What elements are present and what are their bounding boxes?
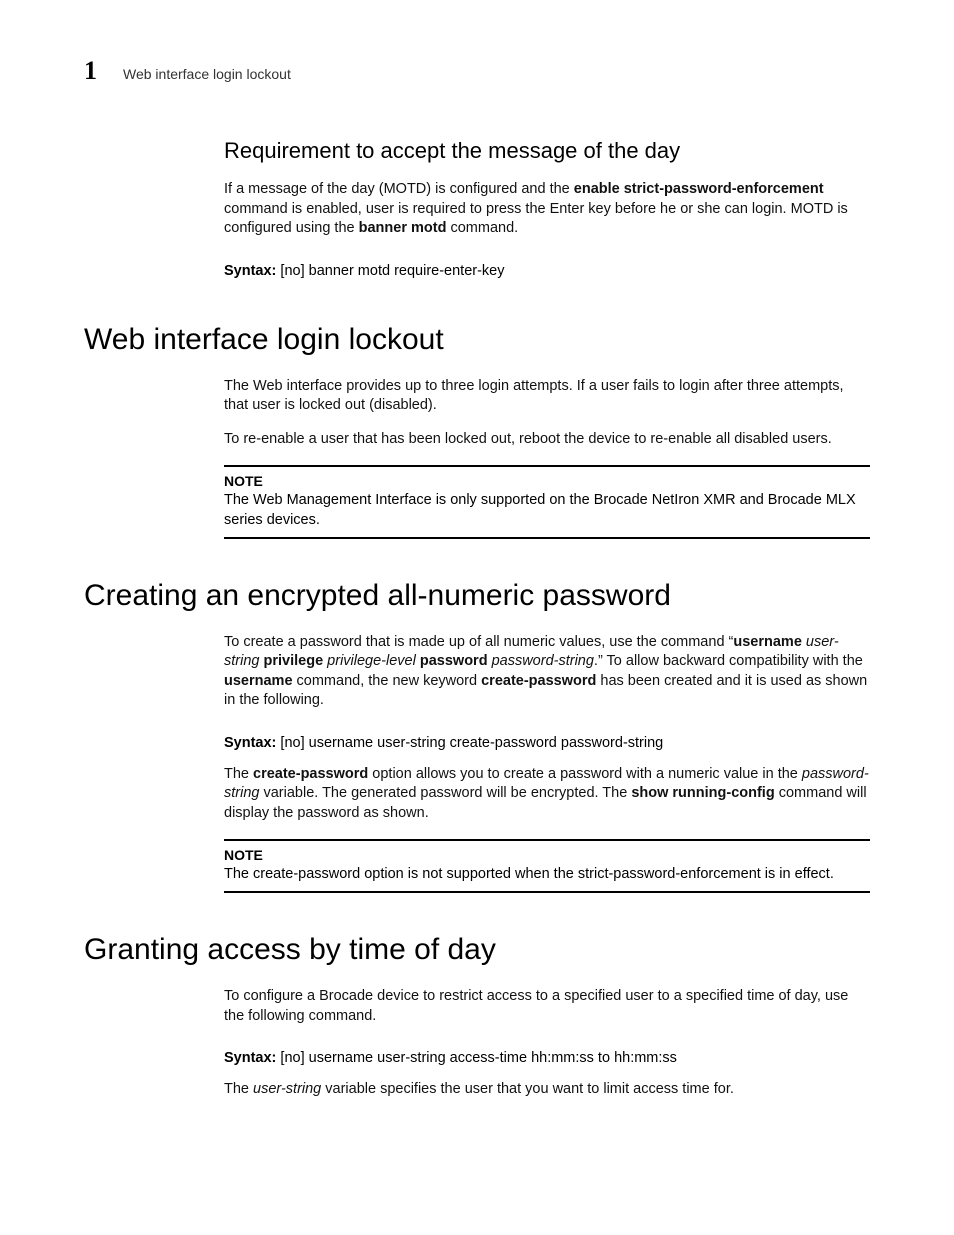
paragraph: To configure a Brocade device to restric… (224, 987, 870, 1026)
command-text: username (733, 634, 802, 650)
section-lockout-body: The Web interface provides up to three l… (224, 377, 870, 539)
heading-timeofday: Granting access by time of day (84, 933, 870, 967)
text: To create a password that is made up of … (224, 634, 733, 650)
paragraph: The create-password option allows you to… (224, 765, 870, 824)
chapter-number: 1 (84, 58, 97, 84)
syntax-line: Syntax: [no] banner motd require-enter-k… (224, 263, 870, 279)
note-text: The Web Management Interface is only sup… (224, 492, 856, 528)
command-text: to (594, 1050, 614, 1066)
paragraph: If a message of the day (MOTD) is config… (224, 180, 870, 239)
command-text: enable strict-password-enforcement (574, 181, 824, 197)
command-text: create-password (446, 735, 561, 751)
heading-motd: Requirement to accept the message of the… (224, 138, 870, 164)
section-timeofday-body: To configure a Brocade device to restric… (224, 987, 870, 1100)
syntax-label: Syntax: (224, 263, 276, 279)
command-text: username (224, 673, 293, 689)
text: The (224, 866, 253, 882)
variable-text: privilege-level (327, 653, 416, 669)
note-label: NOTE (224, 847, 870, 863)
syntax-label: Syntax: (224, 735, 276, 751)
note-label: NOTE (224, 473, 870, 489)
command-text: create-password (253, 866, 360, 882)
page: 1 Web interface login lockout Requiremen… (0, 0, 954, 1235)
running-header: 1 Web interface login lockout (84, 58, 870, 84)
note-box: NOTE The Web Management Interface is onl… (224, 465, 870, 538)
paragraph: To re-enable a user that has been locked… (224, 430, 870, 450)
syntax-line: Syntax: [no] username user-string access… (224, 1050, 870, 1066)
command-text: password (420, 653, 488, 669)
variable-text: user-string (253, 1081, 321, 1097)
running-title: Web interface login lockout (123, 66, 291, 82)
syntax-line: Syntax: [no] username user-string create… (224, 735, 870, 751)
section-numeric-body: To create a password that is made up of … (224, 633, 870, 894)
variable-text: hh:mm:ss (531, 1050, 594, 1066)
variable-text: password-string (492, 653, 594, 669)
command-text: create-password (253, 766, 368, 782)
command-text: show running-config (631, 785, 774, 801)
command-text: privilege (264, 653, 324, 669)
section-motd: Requirement to accept the message of the… (224, 138, 870, 279)
text: variable. The generated password will be… (259, 785, 631, 801)
paragraph: The user-string variable specifies the u… (224, 1080, 870, 1100)
command-text: create-password (481, 673, 596, 689)
text: The (224, 1081, 253, 1097)
heading-numeric: Creating an encrypted all-numeric passwo… (84, 579, 870, 613)
command-text: banner motd (359, 220, 447, 236)
heading-lockout: Web interface login lockout (84, 323, 870, 357)
command-text: access-time (446, 1050, 531, 1066)
text: variable specifies the user that you wan… (321, 1081, 734, 1097)
variable-text: hh:mm:ss (614, 1050, 677, 1066)
text: command is enabled, user is required to … (224, 201, 848, 237)
text: option allows you to create a password w… (368, 766, 802, 782)
syntax-label: Syntax: (224, 1050, 276, 1066)
text: .” To allow backward compatibility with … (594, 653, 863, 669)
paragraph: To create a password that is made up of … (224, 633, 870, 711)
variable-text: password-string (561, 735, 663, 751)
note-text: The create-password option is not suppor… (224, 866, 834, 882)
syntax-text: [no] username (276, 1050, 377, 1066)
command-text: strict-password-enforcement (578, 866, 761, 882)
text: option is not supported when the (360, 866, 578, 882)
syntax-text: [no] username (276, 735, 377, 751)
text: is in effect. (761, 866, 834, 882)
variable-text: user-string (377, 735, 446, 751)
paragraph: The Web interface provides up to three l… (224, 377, 870, 416)
text: command. (446, 220, 518, 236)
text: If a message of the day (MOTD) is config… (224, 181, 574, 197)
text: command, the new keyword (293, 673, 482, 689)
text: The (224, 766, 253, 782)
variable-text: user-string (377, 1050, 446, 1066)
syntax-text: [no] banner motd require-enter-key (276, 263, 504, 279)
note-box: NOTE The create-password option is not s… (224, 839, 870, 893)
